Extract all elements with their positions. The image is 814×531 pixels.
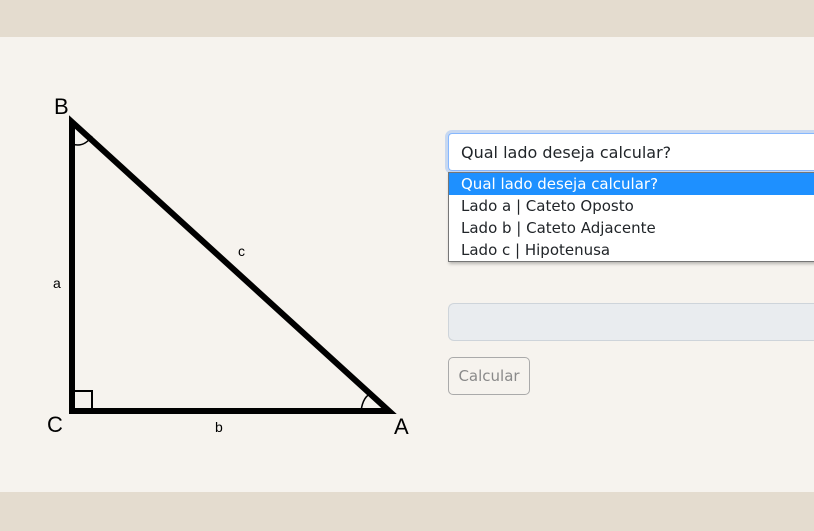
side-label-b: b [215, 419, 223, 435]
side-select-dropdown: Qual lado deseja calcular? Lado a | Cate… [448, 172, 814, 262]
calculate-button[interactable]: Calcular [448, 357, 530, 395]
option-placeholder[interactable]: Qual lado deseja calcular? [449, 173, 814, 195]
vertex-label-a: A [394, 414, 409, 439]
side-select-value: Qual lado deseja calcular? [461, 143, 672, 162]
result-field [448, 303, 814, 341]
option-side-a[interactable]: Lado a | Cateto Oposto [449, 195, 814, 217]
vertex-label-b: B [54, 94, 69, 119]
vertex-label-c: C [47, 412, 63, 437]
side-label-c: c [238, 243, 245, 259]
triangle-outline [69, 115, 397, 414]
option-side-c[interactable]: Lado c | Hipotenusa [449, 239, 814, 261]
option-side-b[interactable]: Lado b | Cateto Adjacente [449, 217, 814, 239]
side-select[interactable]: Qual lado deseja calcular? [448, 133, 814, 171]
right-triangle-diagram: B C A c a b [47, 94, 409, 439]
side-label-a: a [53, 275, 61, 291]
